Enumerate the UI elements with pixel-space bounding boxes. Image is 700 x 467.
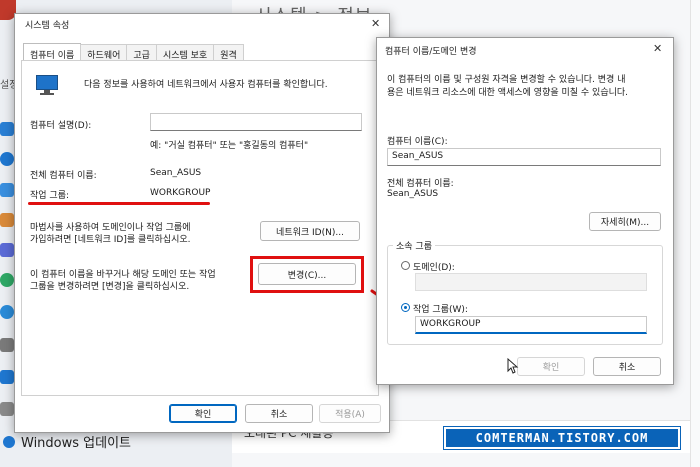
computer-name-input[interactable]: Sean_ASUS — [387, 148, 661, 166]
description-input[interactable] — [150, 113, 362, 131]
dialog-title: 컴퓨터 이름/도메인 변경 — [385, 47, 477, 57]
time-language-icon[interactable] — [0, 305, 14, 319]
wizard-text-line-2: 가입하려면 [네트워크 ID]를 클릭하십시오. — [30, 235, 191, 245]
intro-text-line-2: 용은 네트워크 리소스에 대한 액세스에 영향을 미칠 수 있습니다. — [387, 88, 629, 98]
ok-button[interactable]: 확인 — [169, 404, 237, 423]
domain-label: 도메인(D): — [413, 263, 455, 273]
gaming-icon[interactable] — [0, 338, 14, 352]
domain-radio[interactable] — [401, 261, 410, 270]
workgroup-radio[interactable] — [401, 303, 410, 312]
workgroup-value: WORKGROUP — [150, 188, 211, 198]
cancel-button[interactable]: 취소 — [593, 357, 661, 376]
workgroup-input[interactable]: WORKGROUP — [415, 316, 647, 334]
sidebar-item-windows-update[interactable]: Windows 업데이트 — [3, 432, 131, 451]
example-text: 예: "거실 컴퓨터" 또는 "홍길동의 컴퓨터" — [150, 141, 309, 151]
accessibility-icon[interactable] — [0, 370, 14, 384]
privacy-icon[interactable] — [0, 402, 14, 416]
accounts-icon[interactable] — [0, 273, 14, 287]
settings-scroll-strip — [690, 0, 700, 467]
domain-input[interactable] — [415, 273, 647, 291]
fullname-value: Sean_ASUS — [150, 168, 202, 178]
tab-panel: 다음 정보를 사용하여 네트워크에서 사용자 컴퓨터를 확인합니다. 컴퓨터 설… — [21, 60, 379, 396]
system-icon[interactable] — [0, 122, 14, 136]
dialog-title: 시스템 속성 — [25, 21, 70, 31]
mouse-cursor-icon — [507, 358, 519, 374]
intro-text: 다음 정보를 사용하여 네트워크에서 사용자 컴퓨터를 확인합니다. — [84, 80, 328, 90]
intro-text-line-1: 이 컴퓨터의 이름 및 구성원 자격을 변경할 수 있습니다. 변경 내 — [387, 75, 626, 85]
network-id-button[interactable]: 네트워크 ID(N)... — [260, 221, 360, 241]
watermark: COMTERMAN.TISTORY.COM — [443, 426, 681, 450]
fullname-label: 전체 컴퓨터 이름: — [30, 171, 97, 181]
apply-button[interactable]: 적용(A) — [319, 404, 381, 423]
highlight-underline — [28, 202, 210, 205]
workgroup-label: 작업 그룹: — [30, 191, 70, 201]
more-button[interactable]: 자세히(M)... — [589, 212, 661, 231]
system-properties-dialog: 시스템 속성 ✕ 컴퓨터 이름 하드웨어 고급 시스템 보호 원격 다음 정보를… — [14, 13, 390, 433]
computer-name-label: 컴퓨터 이름(C): — [387, 137, 448, 147]
description-label: 컴퓨터 설명(D): — [30, 121, 92, 131]
apps-icon[interactable] — [0, 243, 14, 257]
change-button[interactable]: 변경(C)... — [258, 263, 356, 285]
bluetooth-icon[interactable] — [0, 152, 14, 166]
workgroup-label: 작업 그룹(W): — [413, 305, 468, 315]
ok-button[interactable]: 확인 — [517, 357, 585, 376]
rename-dialog: 컴퓨터 이름/도메인 변경 ✕ 이 컴퓨터의 이름 및 구성원 자격을 변경할 … — [376, 37, 674, 385]
close-icon[interactable]: ✕ — [653, 42, 662, 55]
personalization-icon[interactable] — [0, 213, 14, 227]
close-icon[interactable]: ✕ — [371, 17, 380, 30]
fullname-value: Sean_ASUS — [387, 189, 439, 199]
rename-text-line-2: 그룹을 변경하려면 [변경]을 클릭하십시오. — [30, 282, 190, 292]
monitor-icon — [36, 75, 58, 95]
member-of-label: 소속 그룹 — [393, 239, 435, 252]
sidebar-item-label: Windows 업데이트 — [21, 436, 132, 451]
network-icon[interactable] — [0, 183, 14, 197]
update-icon — [3, 435, 15, 448]
cancel-button[interactable]: 취소 — [245, 404, 313, 423]
fullname-label: 전체 컴퓨터 이름: — [387, 179, 454, 189]
